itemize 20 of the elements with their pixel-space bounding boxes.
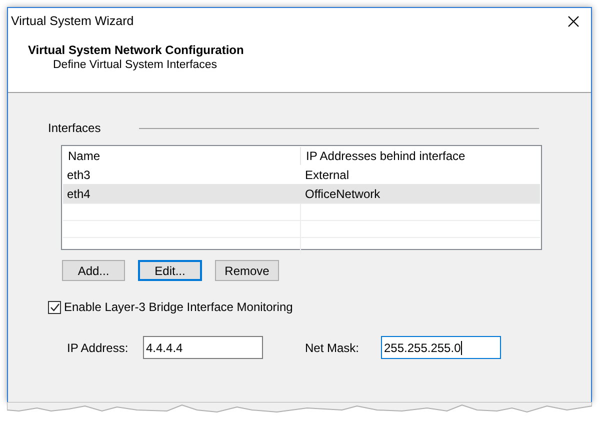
close-icon[interactable] [568,16,579,26]
checkbox[interactable] [48,300,61,314]
column-header[interactable]: IP Addresses behind interface [301,147,540,165]
dialog-button[interactable]: Add... [62,260,125,281]
field-label: IP Address: [67,340,130,356]
table-cell-text: External [304,166,350,184]
dialog-button[interactable]: Edit... [138,260,202,281]
input-field[interactable]: 255.255.255.0 [381,336,501,359]
table-row[interactable]: eth4 OfficeNetwork [63,184,540,203]
table-cell-text: eth4 [66,186,92,202]
table-cell-text: OfficeNetwork [304,186,382,202]
field-label: Net Mask: [305,340,360,356]
input-field[interactable]: 4.4.4.4 [143,336,263,359]
window-title: Virtual System Wizard [11,12,134,30]
page-subtitle: Define Virtual System Interfaces [53,58,218,72]
group-label: Interfaces [48,120,101,137]
page-title: Virtual System Network Configuration [28,43,244,58]
table-cell-text: eth3 [66,166,92,184]
checkbox-label: Enable Layer-3 Bridge Interface Monitoring [64,299,293,316]
dialog-button[interactable]: Remove [215,260,279,281]
